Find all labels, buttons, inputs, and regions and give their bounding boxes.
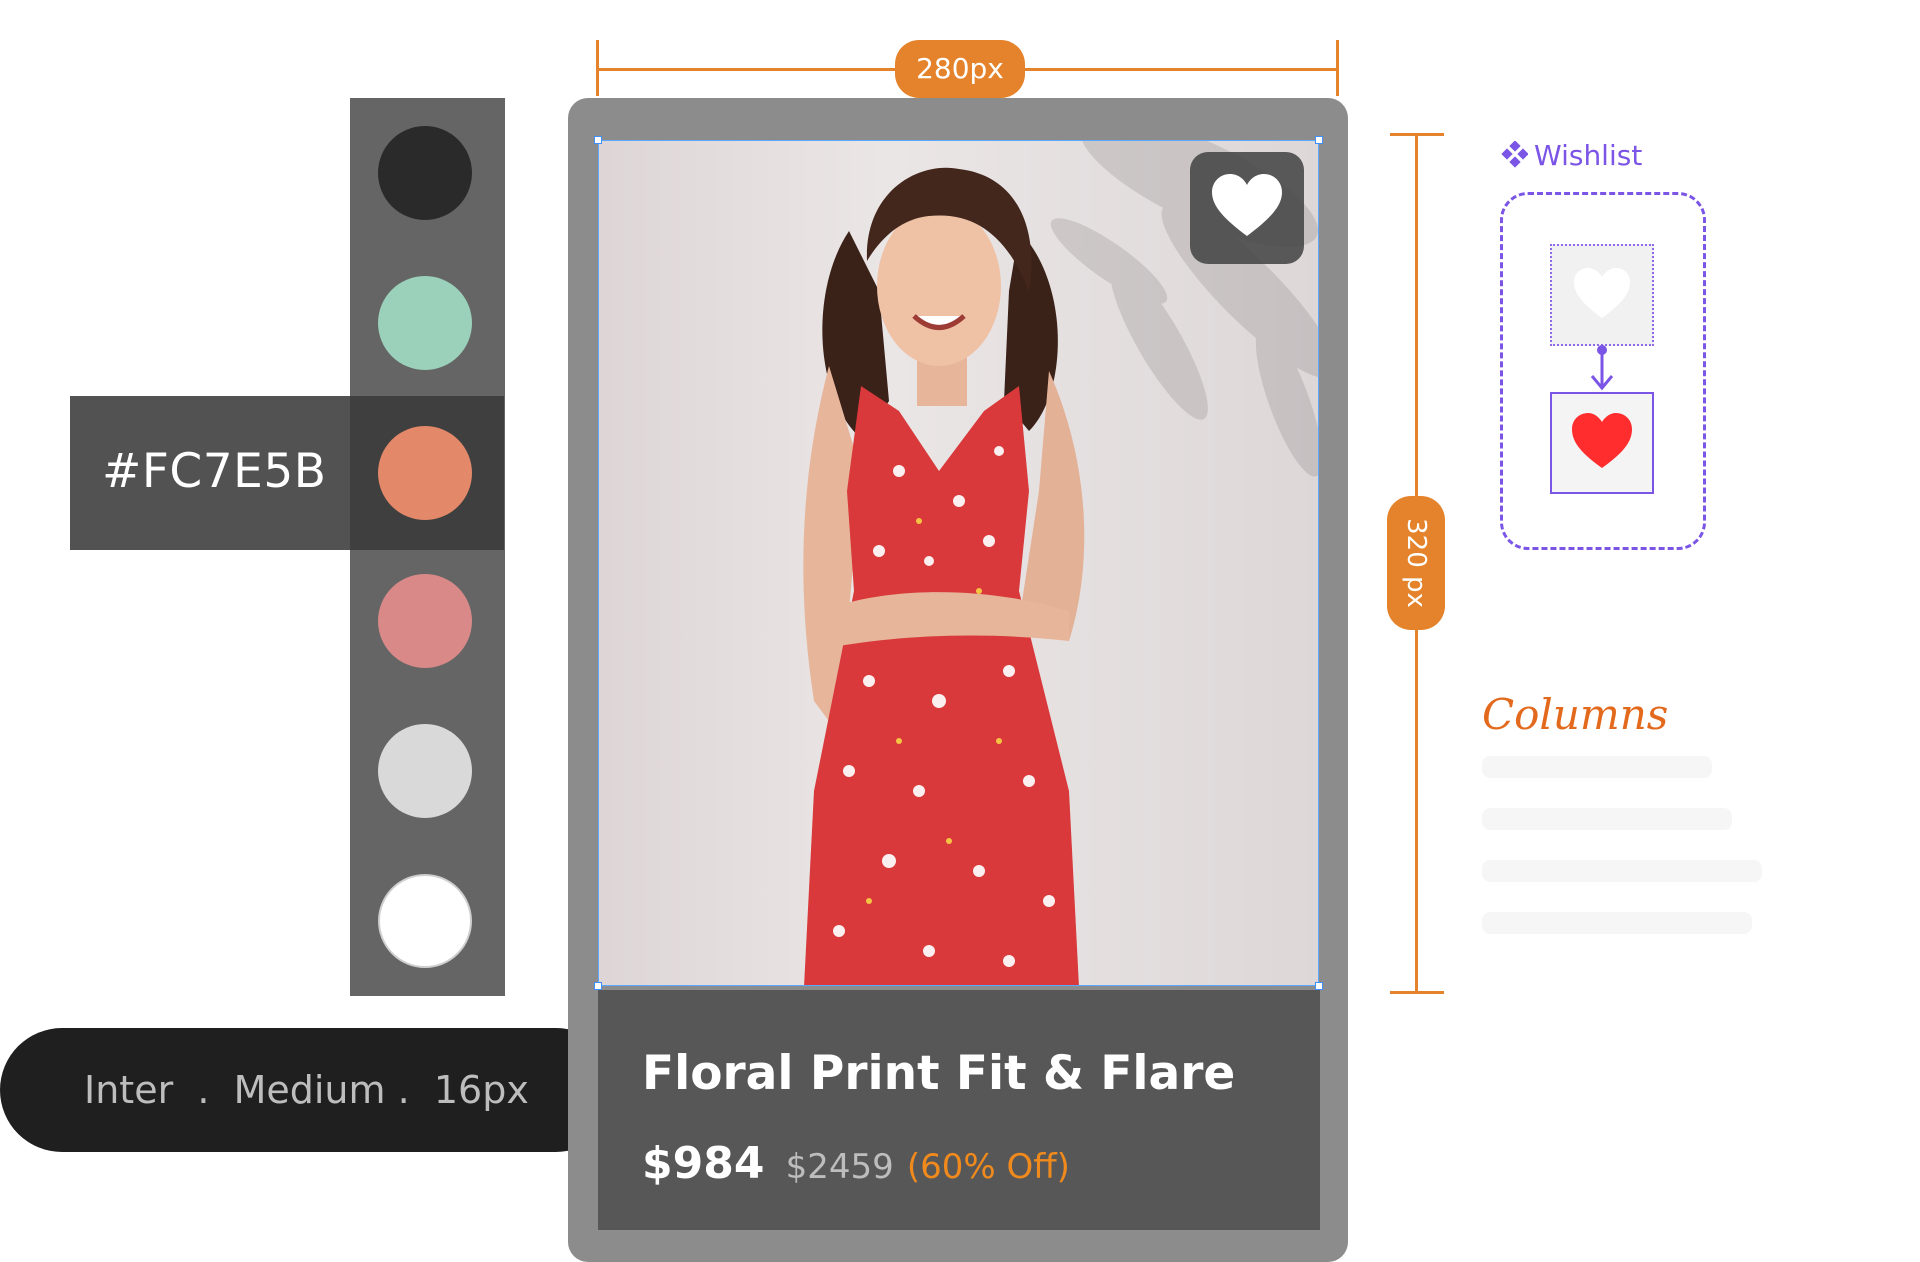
product-image[interactable] <box>598 140 1319 986</box>
columns-note: Columns <box>1482 690 1669 739</box>
wishlist-state-active[interactable] <box>1550 392 1654 494</box>
typography-spec-pill: Inter . Medium . 16px <box>0 1028 618 1152</box>
heart-outline-icon <box>1574 268 1630 318</box>
hex-code-label: #FC7E5B <box>102 444 327 499</box>
discount-label: (60% Off) <box>906 1147 1070 1187</box>
price-row: $984 $2459 (60% Off) <box>642 1138 1070 1189</box>
state-transition-arrow <box>1590 345 1614 391</box>
swatch-rose[interactable] <box>378 574 472 668</box>
wishlist-component-title: Wishlist <box>1534 139 1643 172</box>
wishlist-button[interactable] <box>1190 152 1304 264</box>
swatch-white[interactable] <box>378 874 472 968</box>
selected-color-band: #FC7E5B <box>70 396 504 550</box>
width-dim-line-right <box>1025 68 1339 71</box>
swatch-mint[interactable] <box>378 276 472 370</box>
width-dimension-label: 280px <box>895 40 1025 98</box>
current-price: $984 <box>642 1138 765 1189</box>
heart-filled-icon <box>1572 413 1632 468</box>
product-photo-illustration <box>803 141 1318 985</box>
typography-spec-label: Inter . Medium . 16px <box>84 1068 529 1112</box>
selection-handle-br[interactable] <box>1315 982 1323 990</box>
swatch-orange-selected[interactable] <box>378 426 472 520</box>
width-dim-line-left <box>596 68 895 71</box>
swatch-dark[interactable] <box>378 126 472 220</box>
faded-note-lines <box>1482 756 1762 964</box>
heart-icon <box>1212 174 1282 236</box>
selection-handle-tl[interactable] <box>594 136 602 144</box>
selection-handle-bl[interactable] <box>594 982 602 990</box>
height-dimension-text: 320 px <box>1401 518 1431 608</box>
height-dim-line-bottom <box>1415 630 1418 993</box>
component-icon <box>1501 140 1529 168</box>
height-dimension-label: 320 px <box>1387 496 1445 630</box>
swatch-light-gray[interactable] <box>378 724 472 818</box>
height-dim-line-top <box>1415 133 1418 496</box>
product-title[interactable]: Floral Print Fit & Flare <box>642 1046 1235 1101</box>
wishlist-state-default[interactable] <box>1550 244 1654 346</box>
original-price: $2459 <box>785 1147 894 1187</box>
wishlist-component-label[interactable]: Wishlist <box>1500 139 1642 172</box>
product-info-panel: Floral Print Fit & Flare $984 $2459 (60%… <box>598 990 1320 1230</box>
selection-handle-tr[interactable] <box>1315 136 1323 144</box>
